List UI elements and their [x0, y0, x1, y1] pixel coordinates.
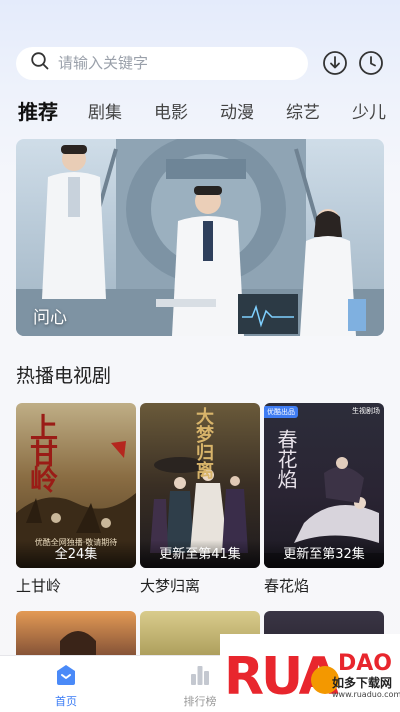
episode-update: 更新至第32集 — [264, 540, 384, 568]
search-input[interactable] — [58, 54, 278, 72]
drama-title: 上甘岭 — [16, 577, 62, 595]
drama-poster: 优酷出品 生视剧场 春花焰 更新至第32集 — [264, 403, 384, 568]
drama-card[interactable]: 大梦归离 更新至第41集 大梦归离 — [140, 403, 260, 596]
poster-title-art: 上甘岭 — [26, 413, 59, 491]
tab-series[interactable]: 剧集 — [88, 98, 122, 123]
drama-poster: 上甘岭 优酷全网独播·敬请期待 全24集 — [16, 403, 136, 568]
drama-poster: 大梦归离 更新至第41集 — [140, 403, 260, 568]
search-icon — [30, 51, 50, 75]
episode-count: 全24集 — [16, 540, 136, 568]
svg-text:DAO: DAO — [338, 651, 392, 676]
category-tabs: 推荐 剧集 电影 动漫 综艺 少儿 — [18, 95, 400, 125]
watermark-url: www.ruaduo.com — [332, 690, 400, 699]
nav-label: 首页 — [55, 695, 77, 708]
poster-badge: 优酷出品 — [264, 406, 298, 418]
poster-image — [60, 631, 96, 661]
poster-title-art: 大梦归离 — [193, 407, 214, 479]
drama-card[interactable]: 上甘岭 优酷全网独播·敬请期待 全24集 上甘岭 — [16, 403, 136, 596]
tab-movies[interactable]: 电影 — [154, 98, 188, 123]
drama-title: 大梦归离 — [140, 577, 201, 595]
tab-recommend[interactable]: 推荐 — [18, 96, 58, 125]
tab-variety[interactable]: 综艺 — [286, 98, 320, 123]
home-icon — [26, 663, 106, 687]
hero-banner[interactable]: 问心 — [16, 139, 384, 336]
watermark-art: RUA DAO — [220, 634, 400, 712]
banner-image — [16, 139, 384, 336]
drama-title: 春花焰 — [264, 577, 310, 595]
watermark-subtitle: 如多下载网 — [332, 676, 393, 690]
top-bar — [16, 45, 384, 81]
poster-corner-label: 生视剧场 — [352, 407, 380, 415]
drama-card[interactable]: 优酷出品 生视剧场 春花焰 更新至第32集 春花焰 — [264, 403, 384, 596]
drama-card-partial[interactable] — [16, 611, 136, 661]
banner-title: 问心 — [33, 308, 67, 328]
watermark-logo: RUA DAO 如多下载网 www.ruaduo.com — [220, 634, 400, 712]
episode-update: 更新至第41集 — [140, 540, 260, 568]
tab-kids[interactable]: 少儿 — [352, 98, 386, 123]
tab-anime[interactable]: 动漫 — [220, 98, 254, 123]
poster-title-art: 春花焰 — [274, 429, 298, 489]
download-icon[interactable] — [322, 50, 348, 76]
nav-home[interactable]: 首页 — [26, 663, 106, 709]
history-clock-icon[interactable] — [358, 50, 384, 76]
search-box[interactable] — [16, 46, 308, 80]
section-title: 热播电视剧 — [16, 365, 112, 387]
